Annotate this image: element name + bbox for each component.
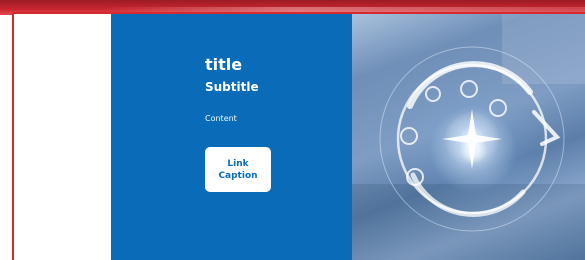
- board-shadow: [352, 184, 585, 260]
- gears-icon: [460, 80, 478, 98]
- gauge-icon: [425, 86, 441, 102]
- hero-title: title: [205, 55, 243, 74]
- left-whitespace: [14, 14, 111, 260]
- link-caption-button[interactable]: Link Caption: [205, 147, 271, 192]
- hero-subtitle: Subtitle: [205, 80, 259, 94]
- tech-circuit-illustration: [352, 14, 585, 260]
- hero-content-text: Content: [205, 114, 237, 123]
- tools-icon: [400, 127, 418, 145]
- wrench-icon: [489, 99, 507, 117]
- center-star: [442, 109, 502, 169]
- tech-circuit-image: [352, 14, 585, 260]
- hero-text-panel: title Subtitle Content Link Caption: [111, 14, 352, 260]
- hero-content: title Subtitle Content: [205, 56, 345, 124]
